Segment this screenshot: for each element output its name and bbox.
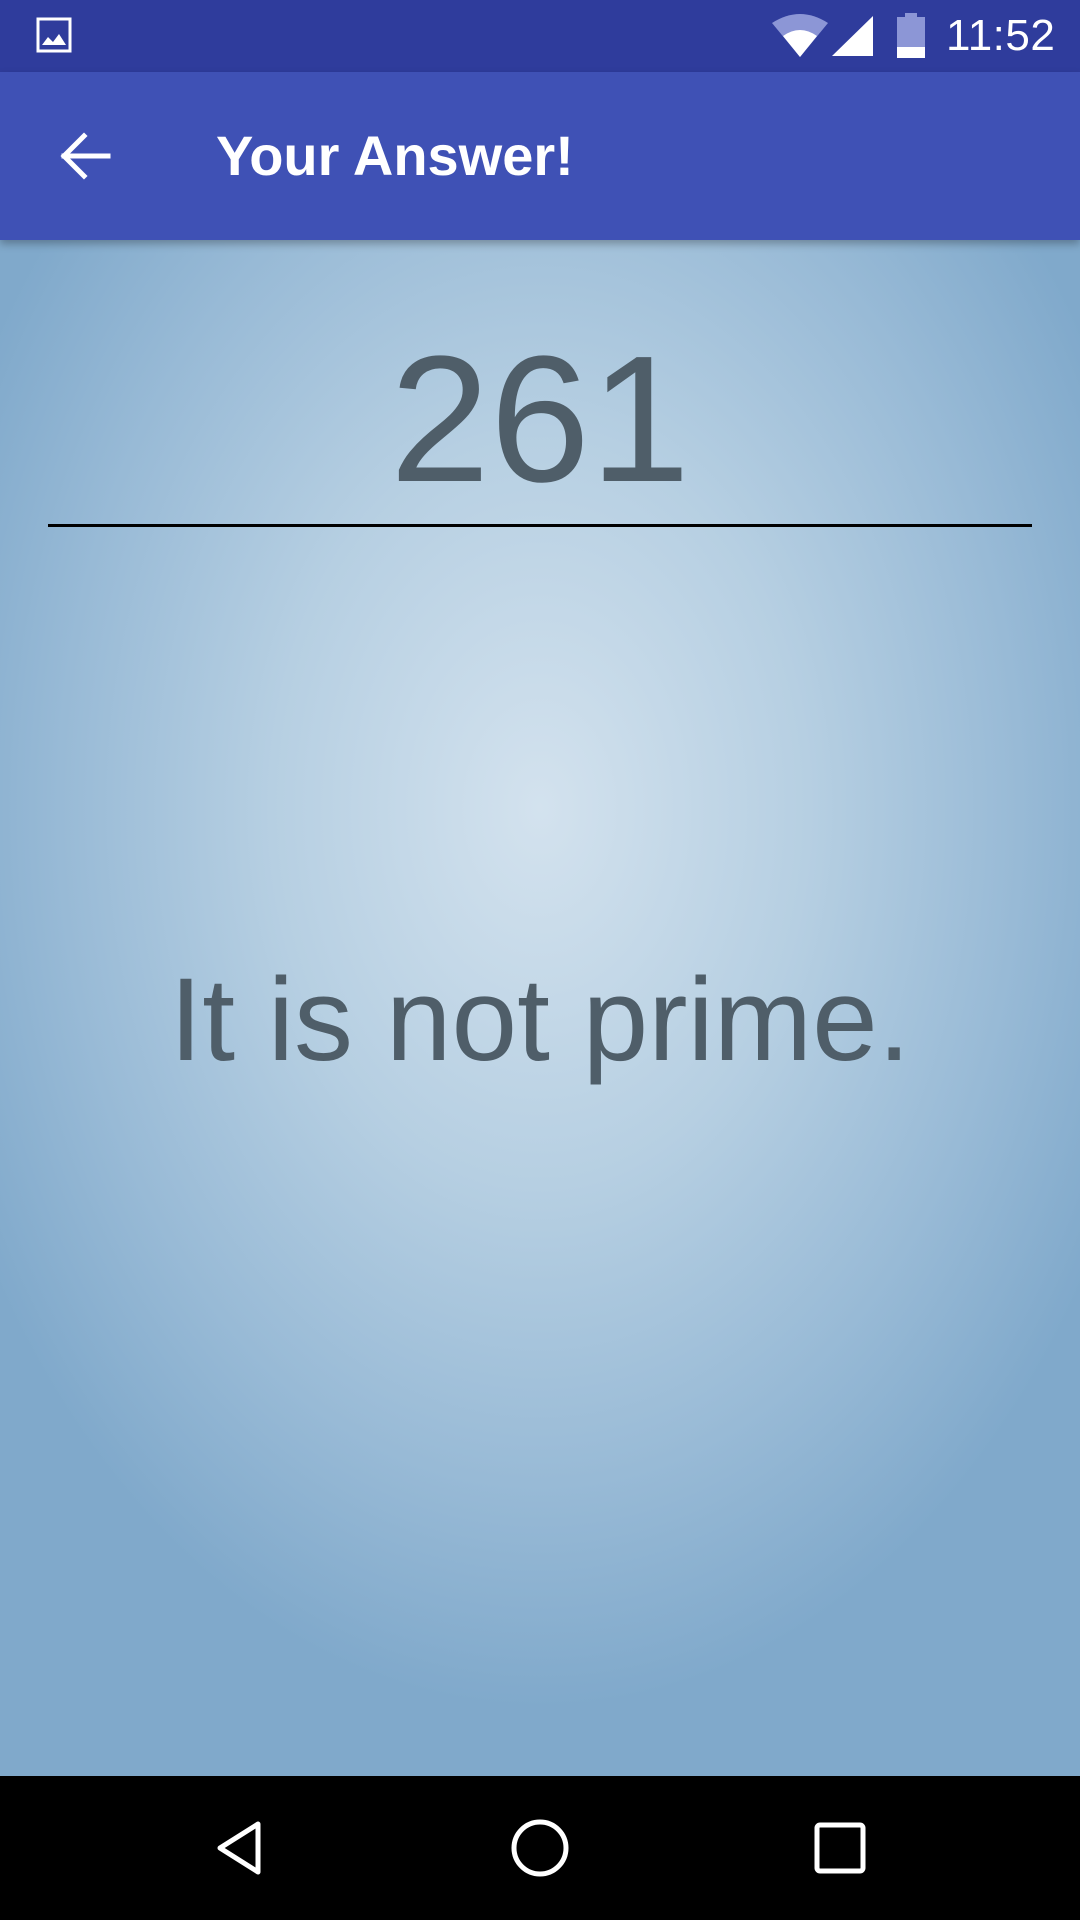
status-clock: 11:52 [946, 11, 1056, 60]
main-content: 261 It is not prime. [0, 240, 1080, 1776]
battery-icon [897, 13, 925, 58]
arrow-back-icon [60, 132, 111, 180]
page-title: Your Answer! [216, 124, 574, 187]
recents-square-icon [814, 1822, 866, 1874]
nav-home-button[interactable] [492, 1800, 588, 1896]
app-bar: Your Answer! [0, 72, 1080, 240]
navigation-bar [0, 1776, 1080, 1920]
answer-number: 261 [389, 319, 691, 520]
signal-icon [832, 16, 873, 56]
gallery-icon [36, 17, 72, 53]
back-triangle-icon [217, 1821, 261, 1875]
nav-recents-button[interactable] [792, 1800, 888, 1896]
home-circle-icon [511, 1819, 569, 1877]
nav-back-button[interactable] [192, 1800, 288, 1896]
divider [48, 524, 1032, 527]
result-message: It is not prime. [169, 954, 911, 1086]
status-bar: 11:52 [0, 0, 1080, 72]
wifi-icon [772, 14, 828, 57]
back-button[interactable] [36, 108, 132, 204]
